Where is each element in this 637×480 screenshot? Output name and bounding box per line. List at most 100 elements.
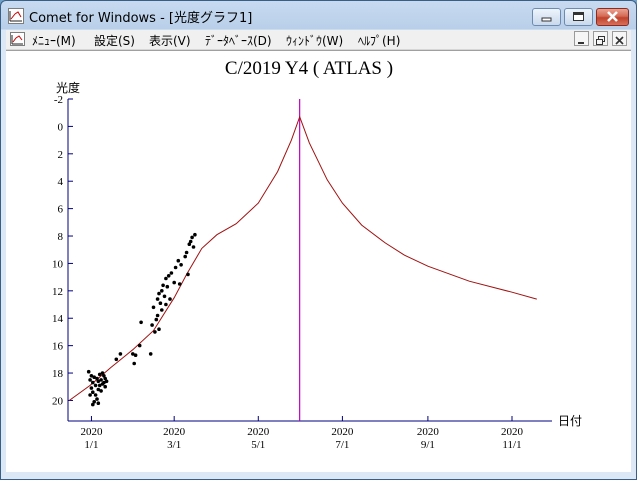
observation-point bbox=[164, 302, 168, 307]
minimize-icon bbox=[578, 42, 584, 44]
y-axis-label: 光度 bbox=[56, 80, 80, 95]
x-tick-label: 3/1 bbox=[167, 439, 181, 451]
observation-point bbox=[91, 402, 95, 407]
y-tick-label: 6 bbox=[58, 204, 64, 216]
observation-point bbox=[99, 389, 103, 393]
y-tick-label: 0 bbox=[58, 121, 64, 133]
observation-point bbox=[173, 265, 178, 270]
y-tick-label: -2 bbox=[54, 94, 63, 106]
minimize-button[interactable] bbox=[532, 8, 561, 26]
x-tick-label: 5/1 bbox=[251, 439, 265, 451]
x-tick-year: 2020 bbox=[80, 426, 103, 438]
observation-point bbox=[137, 343, 142, 348]
observation-point bbox=[155, 297, 160, 301]
observation-point bbox=[176, 258, 181, 263]
graph-client-area: C/2019 Y4 ( ATLAS ) 光度 日付 -2 0 2 4 6 8 10 12 14 1… bbox=[6, 50, 631, 472]
observation-point bbox=[190, 235, 194, 240]
observation-point bbox=[168, 297, 172, 301]
predicted-magnitude-curve bbox=[69, 115, 537, 401]
observation-point bbox=[93, 393, 98, 397]
curve-layer bbox=[69, 99, 537, 421]
x-tick-year: 2020 bbox=[331, 426, 354, 438]
observation-point bbox=[86, 369, 91, 374]
close-button[interactable] bbox=[596, 8, 629, 26]
x-tick-year: 2020 bbox=[417, 426, 440, 438]
x-tick-year: 2020 bbox=[247, 426, 270, 438]
observation-point bbox=[179, 263, 183, 267]
observation-point bbox=[186, 272, 190, 277]
observation-point bbox=[160, 308, 164, 312]
observation-point bbox=[91, 380, 95, 385]
x-tick-label: 1/1 bbox=[84, 439, 98, 451]
menu-item-settings[interactable]: 設定(S) bbox=[94, 32, 135, 49]
observation-point bbox=[114, 357, 119, 362]
observation-point bbox=[103, 384, 107, 389]
y-tick-label: 10 bbox=[52, 258, 64, 270]
maximize-button[interactable] bbox=[564, 8, 593, 26]
observation-point bbox=[93, 383, 98, 388]
observation-point bbox=[150, 323, 154, 327]
observation-point bbox=[95, 397, 99, 401]
observation-point bbox=[169, 271, 174, 275]
observation-point bbox=[161, 283, 165, 288]
child-window-icon[interactable] bbox=[10, 32, 25, 46]
graph-icon bbox=[8, 8, 24, 24]
minimize-icon bbox=[541, 17, 552, 22]
observation-point bbox=[184, 250, 189, 255]
menu-item-menu[interactable]: ﾒﾆｭｰ(M) bbox=[32, 32, 76, 49]
observation-point bbox=[88, 378, 92, 382]
mdi-close-button[interactable] bbox=[612, 31, 627, 46]
x-axis-label: 日付 bbox=[558, 414, 582, 428]
y-tick-label: 20 bbox=[52, 395, 64, 407]
observation-point bbox=[96, 401, 101, 406]
window-title: Comet for Windows - [光度グラフ1] bbox=[29, 11, 253, 26]
observation-point bbox=[139, 320, 143, 325]
observation-point bbox=[157, 291, 161, 296]
menu-item-help[interactable]: ﾍﾙﾌﾟ(H) bbox=[358, 32, 400, 49]
observation-point bbox=[191, 245, 196, 249]
observation-point bbox=[162, 294, 167, 299]
observation-point bbox=[164, 276, 168, 281]
observation-point bbox=[172, 280, 176, 285]
y-tick-label: 4 bbox=[58, 176, 64, 188]
observation-point bbox=[118, 352, 123, 356]
menu-item-view[interactable]: 表示(V) bbox=[149, 32, 191, 49]
restore-icon bbox=[596, 36, 605, 45]
observation-point bbox=[177, 282, 182, 286]
menu-item-database[interactable]: ﾃﾞｰﾀﾍﾞｰｽ(D) bbox=[205, 32, 272, 49]
observation-point bbox=[88, 393, 92, 397]
observation-point bbox=[89, 386, 94, 390]
mdi-minimize-button[interactable] bbox=[574, 31, 589, 46]
app-window: Comet for Windows - [光度グラフ1] ﾒﾆｭｰ(M) 設定(… bbox=[0, 0, 637, 480]
chart-title: C/2019 Y4 ( ATLAS ) bbox=[225, 58, 393, 79]
y-tick-label: 8 bbox=[58, 231, 64, 243]
observation-point bbox=[183, 254, 187, 259]
observation-point bbox=[166, 274, 171, 278]
observation-point bbox=[148, 352, 153, 356]
observation-point bbox=[103, 376, 107, 381]
x-tick-label: 11/1 bbox=[502, 439, 521, 451]
menu-item-window[interactable]: ｳｨﾝﾄﾞｳ(W) bbox=[286, 32, 343, 49]
observation-point bbox=[151, 305, 156, 310]
observation-point bbox=[99, 378, 103, 382]
light-curve-chart: C/2019 Y4 ( ATLAS ) 光度 日付 -2 0 2 4 6 8 10 12 14 1… bbox=[52, 58, 582, 451]
title-bar[interactable]: Comet for Windows - [光度グラフ1] bbox=[1, 1, 636, 30]
x-tick-year: 2020 bbox=[163, 426, 186, 438]
observation-point bbox=[100, 371, 105, 375]
y-tick-label: 2 bbox=[58, 149, 64, 161]
y-tick-label: 12 bbox=[52, 286, 63, 298]
x-tick-label: 7/1 bbox=[335, 439, 349, 451]
observation-point bbox=[165, 284, 170, 289]
observation-points bbox=[86, 232, 197, 407]
close-icon bbox=[615, 36, 624, 45]
x-tick-label: 9/1 bbox=[421, 439, 435, 451]
mdi-restore-button[interactable] bbox=[593, 31, 608, 46]
observation-point bbox=[154, 317, 159, 322]
observation-point bbox=[155, 313, 160, 318]
observation-point bbox=[153, 330, 157, 334]
observation-point bbox=[188, 239, 193, 244]
y-tick-label: 18 bbox=[52, 368, 64, 380]
observation-point bbox=[193, 232, 197, 237]
y-tick-label: 16 bbox=[52, 341, 64, 353]
x-tick-year: 2020 bbox=[501, 426, 524, 438]
